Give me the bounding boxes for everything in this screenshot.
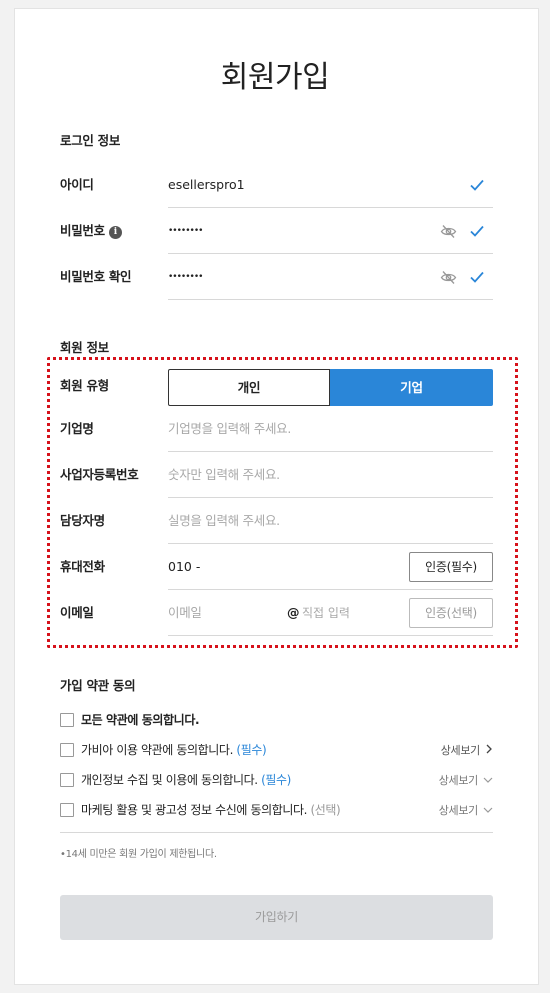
marketing-label: 마케팅 활용 및 광고성 정보 수신에 동의합니다. (선택) xyxy=(81,803,341,817)
password-input[interactable]: •••••••• xyxy=(168,208,493,254)
signup-submit-button[interactable]: 가입하기 xyxy=(60,895,493,940)
id-label: 아이디 xyxy=(60,177,94,192)
phone-verify-button[interactable]: 인증(필수) xyxy=(409,552,493,582)
terms-label: 가비아 이용 약관에 동의합니다. (필수) xyxy=(81,743,267,757)
page-title: 회원가입 xyxy=(220,60,330,95)
bizno-row: 사업자등록번호 숫자만 입력해 주세요. xyxy=(60,452,493,498)
manager-label: 담당자명 xyxy=(60,513,105,528)
required-tag: (필수) xyxy=(236,743,267,757)
member-type-row: 회원 유형 개인 기업 xyxy=(60,369,493,406)
check-icon xyxy=(470,225,484,237)
member-type-toggle: 개인 기업 xyxy=(168,369,493,406)
email-field: 이메일 @ 직접 입력 인증(선택) xyxy=(168,590,493,636)
company-input[interactable]: 기업명을 입력해 주세요. xyxy=(168,406,493,452)
phone-value: 010 - xyxy=(168,559,201,574)
login-section-label: 로그인 정보 xyxy=(60,133,121,148)
id-value: esellerspro1 xyxy=(168,177,245,192)
agree-all-label: 모든 약관에 동의합니다. xyxy=(81,713,200,727)
company-label: 기업명 xyxy=(60,421,94,436)
required-tag: (필수) xyxy=(261,773,291,787)
password-confirm-value: •••••••• xyxy=(168,272,203,282)
bizno-placeholder: 숫자만 입력해 주세요. xyxy=(168,467,280,482)
privacy-checkbox[interactable] xyxy=(60,773,74,787)
check-icon xyxy=(470,179,484,191)
password-row: 비밀번호 i •••••••• xyxy=(60,208,493,254)
id-input[interactable]: esellerspro1 xyxy=(168,162,493,208)
id-row: 아이디 esellerspro1 xyxy=(60,162,493,208)
marketing-item: 마케팅 활용 및 광고성 정보 수신에 동의합니다. (선택) 상세보기 xyxy=(60,802,493,822)
member-section-label: 회원 정보 xyxy=(60,340,109,355)
eye-off-icon[interactable] xyxy=(440,269,457,286)
manager-placeholder: 실명을 입력해 주세요. xyxy=(168,513,280,528)
phone-label: 휴대전화 xyxy=(60,559,105,574)
manager-row: 담당자명 실명을 입력해 주세요. xyxy=(60,498,493,544)
email-domain-input[interactable]: 직접 입력 xyxy=(302,590,350,636)
password-confirm-input[interactable]: •••••••• xyxy=(168,254,493,300)
privacy-item: 개인정보 수집 및 이용에 동의합니다. (필수) 상세보기 xyxy=(60,772,493,792)
agree-all-checkbox[interactable] xyxy=(60,713,74,727)
bizno-input[interactable]: 숫자만 입력해 주세요. xyxy=(168,452,493,498)
terms-item: 가비아 이용 약관에 동의합니다. (필수) 상세보기 xyxy=(60,742,493,762)
email-label: 이메일 xyxy=(60,605,94,620)
password-value: •••••••• xyxy=(168,226,203,236)
terms-detail-link[interactable]: 상세보기 xyxy=(441,742,493,759)
password-confirm-row: 비밀번호 확인 •••••••• xyxy=(60,254,493,300)
agree-all-row[interactable]: 모든 약관에 동의합니다. xyxy=(60,712,493,732)
bizno-label: 사업자등록번호 xyxy=(60,467,139,482)
type-company-button[interactable]: 기업 xyxy=(330,369,493,406)
email-at-sign: @ xyxy=(287,605,300,620)
privacy-label: 개인정보 수집 및 이용에 동의합니다. (필수) xyxy=(81,773,291,787)
password-confirm-label: 비밀번호 확인 xyxy=(60,269,132,284)
terms-checkbox[interactable] xyxy=(60,743,74,757)
chevron-down-icon xyxy=(483,807,493,813)
marketing-detail-link[interactable]: 상세보기 xyxy=(439,802,493,819)
phone-input[interactable]: 010 - 인증(필수) xyxy=(168,544,493,590)
marketing-checkbox[interactable] xyxy=(60,803,74,817)
terms-section-label: 가입 약관 동의 xyxy=(60,678,136,693)
type-individual-button[interactable]: 개인 xyxy=(168,369,330,406)
info-icon[interactable]: i xyxy=(108,226,122,239)
company-placeholder: 기업명을 입력해 주세요. xyxy=(168,421,292,436)
manager-input[interactable]: 실명을 입력해 주세요. xyxy=(168,498,493,544)
password-label: 비밀번호 i xyxy=(60,208,122,254)
check-icon xyxy=(470,271,484,283)
chevron-down-icon xyxy=(483,777,493,783)
email-verify-button[interactable]: 인증(선택) xyxy=(409,598,493,628)
privacy-detail-link[interactable]: 상세보기 xyxy=(439,772,493,789)
age-restriction-note: •14세 미만은 회원 가입이 제한됩니다. xyxy=(60,849,217,860)
email-input[interactable]: 이메일 xyxy=(168,590,202,636)
email-row: 이메일 이메일 @ 직접 입력 인증(선택) xyxy=(60,590,493,636)
divider xyxy=(60,832,493,833)
optional-tag: (선택) xyxy=(310,803,341,817)
member-type-label: 회원 유형 xyxy=(60,378,109,393)
eye-off-icon[interactable] xyxy=(440,223,457,240)
phone-row: 휴대전화 010 - 인증(필수) xyxy=(60,544,493,590)
chevron-right-icon xyxy=(486,744,492,754)
company-row: 기업명 기업명을 입력해 주세요. xyxy=(60,406,493,452)
